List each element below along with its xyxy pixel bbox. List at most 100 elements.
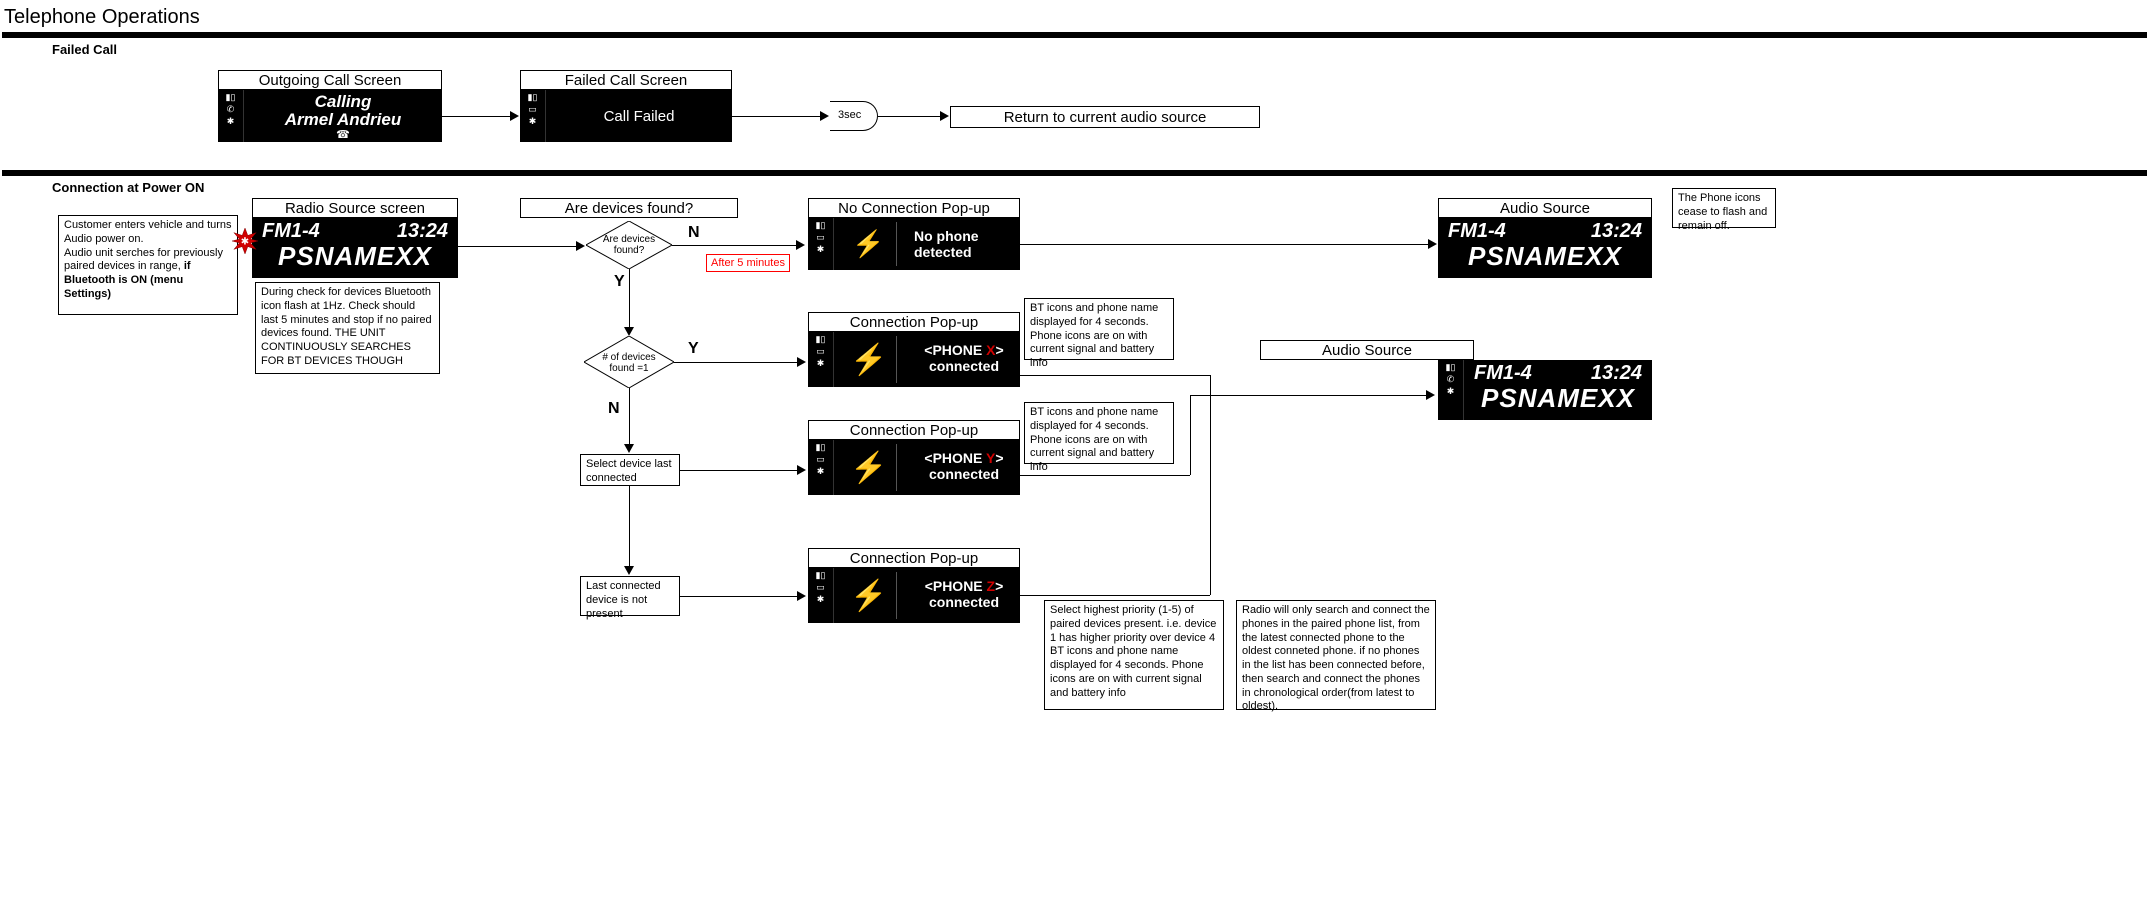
phone-status: connected: [914, 358, 1014, 374]
phone-icon: ✆: [1447, 375, 1455, 384]
arrow: [1020, 475, 1190, 476]
arrow: [680, 596, 799, 597]
branch-y: Y: [614, 273, 625, 291]
phone-name-line: <PHONE Y>: [914, 450, 1014, 466]
radio-name: PSNAMEXX: [1438, 241, 1652, 272]
label-audio-source: Audio Source: [1438, 198, 1652, 218]
note-search-order: Radio will only search and connect the p…: [1236, 600, 1436, 710]
status-bar-icons: ▮▯ ▭ ✱: [808, 332, 834, 387]
no-phone-line2: detected: [914, 244, 979, 260]
signal-icon: ▮▯: [816, 335, 826, 344]
battery-icon: ▭: [528, 105, 537, 114]
branch-n: N: [608, 400, 620, 418]
arrow: [1020, 375, 1210, 376]
note-after-5-min: After 5 minutes: [706, 254, 790, 272]
arrow-head: [940, 111, 949, 121]
phone-name-line: <PHONE X>: [914, 342, 1014, 358]
note-bt-icons-4s: BT icons and phone name displayed for 4 …: [1024, 298, 1174, 360]
arrow: [629, 388, 630, 446]
arrow: [1190, 395, 1191, 475]
radio-band: FM1-4: [262, 220, 320, 243]
arrow: [672, 245, 798, 246]
label-audio-source: Audio Source: [1260, 340, 1474, 360]
note-bt-icons-4s: BT icons and phone name displayed for 4 …: [1024, 402, 1174, 464]
label-connection-popup: Connection Pop-up: [808, 548, 1020, 568]
signal-icon: ▮▯: [1446, 363, 1456, 372]
arrow-head: [797, 591, 806, 601]
arrow: [680, 470, 799, 471]
arrow: [1210, 395, 1428, 396]
status-bar-icons: ▮▯ ▭ ✱: [808, 568, 834, 623]
calling-line2: Armel Andrieu: [244, 110, 442, 130]
no-phone-line1: No phone: [914, 228, 979, 244]
page-title: Telephone Operations: [4, 6, 200, 29]
bluetooth-icon: ✱: [817, 595, 825, 604]
screen-phone-z: ▮▯ ▭ ✱ ⚡ <PHONE Z> connected: [808, 568, 1020, 623]
arrow-head: [820, 111, 829, 121]
arrow: [1020, 244, 1430, 245]
label-return-audio: Return to current audio source: [950, 106, 1260, 128]
branch-n: N: [688, 224, 700, 242]
note-text: Customer enters vehicle and turns Audio …: [64, 219, 232, 245]
battery-icon: ▭: [816, 347, 825, 356]
note-bt-check: During check for devices Bluetooth icon …: [255, 282, 440, 374]
signal-icon: ▮▯: [816, 221, 826, 230]
branch-y: Y: [688, 340, 699, 358]
label-are-devices-found: Are devices found?: [520, 198, 738, 218]
label-select-last: Select device last connected: [580, 454, 680, 486]
bluetooth-icon: ✱: [227, 117, 235, 126]
calling-line1: Calling: [244, 92, 442, 112]
label-failed-call: Failed Call Screen: [520, 70, 732, 90]
svg-text:✱: ✱: [241, 237, 250, 248]
arrow: [878, 116, 942, 117]
arrow: [1190, 395, 1210, 396]
radio-time: 13:24: [397, 220, 448, 243]
arrow: [629, 486, 630, 568]
section-failed-call: Failed Call: [52, 42, 117, 57]
arrow: [674, 362, 799, 363]
bluetooth-large-icon: ⚡: [852, 229, 884, 260]
note-phone-icons-off: The Phone icons cease to flash and remai…: [1672, 188, 1776, 228]
arrow: [458, 246, 578, 247]
bluetooth-icon: ✱: [817, 245, 825, 254]
label-radio-source: Radio Source screen: [252, 198, 458, 218]
signal-icon: ▮▯: [226, 93, 236, 102]
divider: [896, 222, 897, 266]
divider-bar: [2, 32, 2147, 38]
decision-devices-found: [586, 221, 672, 269]
arrow-head: [796, 240, 805, 250]
divider: [896, 572, 897, 619]
screen-audio-source-2: ▮▯ ✆ ✱ FM1-4 13:24 PSNAMEXX: [1438, 360, 1652, 420]
phone-name-line: <PHONE Z>: [914, 578, 1014, 594]
signal-icon: ▮▯: [528, 93, 538, 102]
battery-icon: ▭: [816, 233, 825, 242]
divider-bar: [2, 170, 2147, 176]
label-connection-popup: Connection Pop-up: [808, 420, 1020, 440]
status-bar-icons: ▮▯ ✆ ✱: [218, 90, 244, 142]
divider: [896, 336, 897, 383]
screen-phone-x: ▮▯ ▭ ✱ ⚡ <PHONE X> connected: [808, 332, 1020, 387]
screen-audio-source-1: FM1-4 13:24 PSNAMEXX: [1438, 218, 1652, 278]
phone-status: connected: [914, 466, 1014, 482]
call-failed-text: Call Failed: [604, 108, 675, 125]
status-bar-icons: ▮▯ ▭ ✱: [808, 440, 834, 495]
arrow-head: [1428, 239, 1437, 249]
signal-icon: ▮▯: [816, 443, 826, 452]
decision-device-count: [584, 336, 674, 388]
arrow: [629, 269, 630, 329]
screen-radio-source: FM1-4 13:24 PSNAMEXX: [252, 218, 458, 278]
signal-icon: ▮▯: [816, 571, 826, 580]
arrow: [1210, 375, 1211, 595]
bluetooth-icon: ✱: [817, 359, 825, 368]
radio-name: PSNAMEXX: [252, 241, 458, 272]
note-text: Audio unit serches for previously paired…: [64, 247, 223, 273]
arrow-head: [1426, 390, 1435, 400]
arrow-head: [624, 444, 634, 453]
label-outgoing-call: Outgoing Call Screen: [218, 70, 442, 90]
bluetooth-icon: ✱: [529, 117, 537, 126]
label-last-not-present: Last connected device is not present: [580, 576, 680, 616]
screen-phone-y: ▮▯ ▭ ✱ ⚡ <PHONE Y> connected: [808, 440, 1020, 495]
screen-failed-call: ▮▯ ▭ ✱ Call Failed: [520, 90, 732, 142]
bluetooth-large-icon: ⚡: [850, 342, 887, 377]
status-bar-icons: ▮▯ ▭ ✱: [808, 218, 834, 270]
